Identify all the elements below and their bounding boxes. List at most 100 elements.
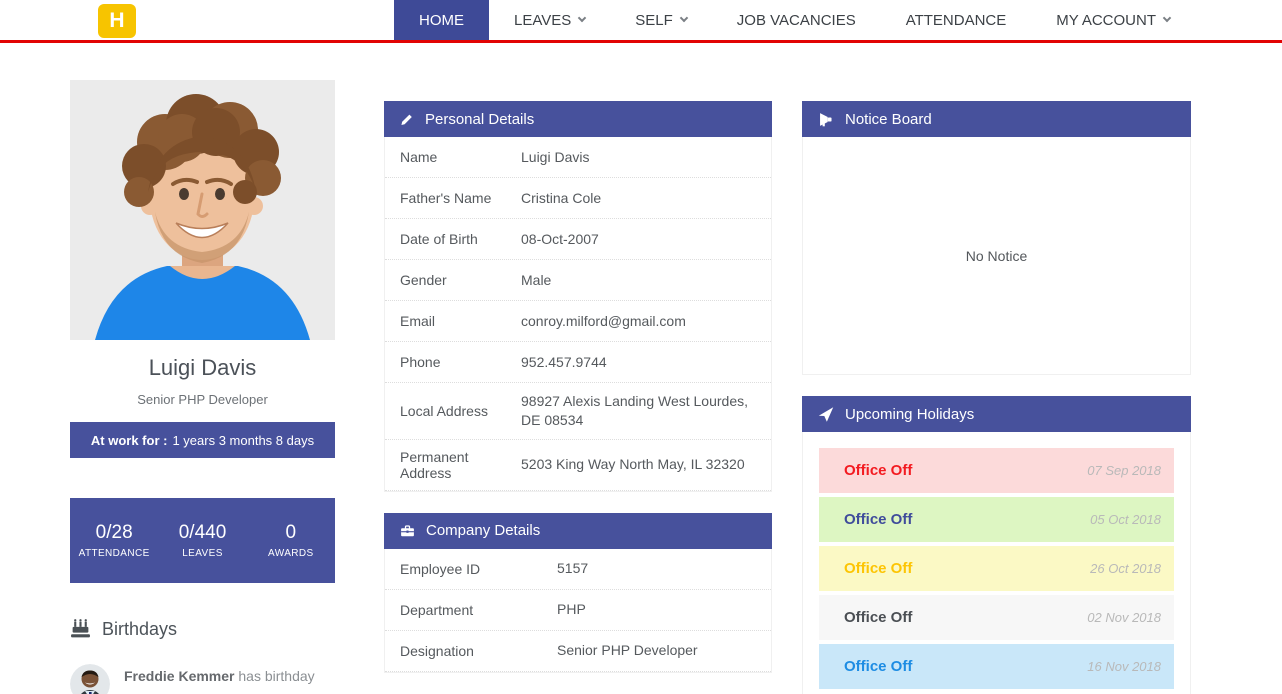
detail-label: Phone [400,354,521,370]
nav-item-label: MY ACCOUNT [1056,12,1156,29]
profile-photo [70,80,335,340]
detail-row: Phone 952.457.9744 [385,342,771,383]
nav-item[interactable]: SELF [610,0,712,40]
at-work-label: At work for : [91,433,168,448]
detail-label: Designation [400,643,557,659]
chevron-down-icon [578,14,586,22]
profile-designation: Senior PHP Developer [70,392,335,407]
bullhorn-icon [817,111,835,128]
holiday-row: Office Off 05 Oct 2018 [819,497,1174,542]
board-column: Notice Board No Notice Upcoming Holidays… [802,101,1191,694]
holiday-title: Office Off [844,658,912,675]
stat-item: 0 AWARDS [247,522,335,559]
detail-value: PHP [557,600,756,619]
holiday-date: 16 Nov 2018 [1087,659,1161,674]
detail-label: Permanent Address [400,449,521,481]
top-navbar: H HOME LEAVES SELF JOB VACANCIES [0,0,1282,43]
nav-item[interactable]: LEAVES [489,0,610,40]
personal-details-panel: Personal Details Name Luigi Davis Father… [384,101,772,492]
upcoming-holidays-header: Upcoming Holidays [802,396,1191,432]
holiday-row: Office Off 16 Nov 2018 [819,644,1174,689]
stat-item: 0/440 LEAVES [158,522,246,559]
detail-value: 952.457.9744 [521,353,756,372]
birthday-person-name: Freddie Kemmer [124,668,234,684]
birthday-text: Freddie Kemmer has birthday on [124,664,324,694]
stat-value: 0 [247,522,335,544]
detail-value: Male [521,271,756,290]
personal-details-header: Personal Details [384,101,772,137]
briefcase-icon [399,523,416,539]
detail-row: Father's Name Cristina Cole [385,178,771,219]
chevron-down-icon [680,14,688,22]
at-work-banner: At work for : 1 years 3 months 8 days [70,422,335,458]
pencil-icon [399,111,415,127]
stat-value: 0/440 [158,522,246,544]
stat-label: ATTENDANCE [70,548,158,559]
detail-row: Name Luigi Davis [385,137,771,178]
detail-row: Permanent Address 5203 King Way North Ma… [385,440,771,491]
detail-value: Luigi Davis [521,148,756,167]
details-column: Personal Details Name Luigi Davis Father… [384,101,772,673]
chevron-down-icon [1163,14,1171,22]
detail-row: Email conroy.milford@gmail.com [385,301,771,342]
birthdays-title: Birthdays [102,619,177,640]
personal-details-table: Name Luigi Davis Father's Name Cristina … [384,137,772,492]
notice-board-body: No Notice [802,137,1191,375]
detail-label: Father's Name [400,190,521,206]
upcoming-holidays-panel: Upcoming Holidays Office Off 07 Sep 2018… [802,396,1191,694]
stat-label: LEAVES [158,548,246,559]
paper-plane-icon [817,406,835,423]
holiday-date: 07 Sep 2018 [1087,463,1161,478]
holiday-date: 26 Oct 2018 [1090,561,1161,576]
brand-logo[interactable]: H [98,4,136,38]
birthday-item: Freddie Kemmer has birthday on [70,664,335,694]
nav-item-label: ATTENDANCE [906,12,1007,29]
notice-board-panel: Notice Board No Notice [802,101,1191,375]
nav-item[interactable]: MY ACCOUNT [1031,0,1195,40]
holiday-date: 05 Oct 2018 [1090,512,1161,527]
birthday-cake-icon [70,619,91,640]
birthday-avatar [70,664,110,694]
profile-sidebar: Luigi Davis Senior PHP Developer At work… [70,80,335,694]
nav-item[interactable]: HOME [394,0,489,40]
notice-board-title: Notice Board [845,111,932,128]
holiday-title: Office Off [844,609,912,626]
notice-board-header: Notice Board [802,101,1191,137]
holiday-list: Office Off 07 Sep 2018 Office Off 05 Oct… [802,432,1191,694]
stat-item: 0/28 ATTENDANCE [70,522,158,559]
holiday-row: Office Off 02 Nov 2018 [819,595,1174,640]
nav-item[interactable]: ATTENDANCE [881,0,1032,40]
upcoming-holidays-title: Upcoming Holidays [845,406,974,423]
personal-details-title: Personal Details [425,111,534,128]
detail-value: conroy.milford@gmail.com [521,312,756,331]
no-notice-text: No Notice [966,248,1027,264]
stat-label: AWARDS [247,548,335,559]
detail-value: Cristina Cole [521,189,756,208]
at-work-value: 1 years 3 months 8 days [172,433,314,448]
detail-value: Senior PHP Developer [557,641,756,660]
holiday-title: Office Off [844,560,912,577]
nav-item-label: JOB VACANCIES [737,12,856,29]
detail-label: Date of Birth [400,231,521,247]
nav-item[interactable]: JOB VACANCIES [712,0,881,40]
holiday-row: Office Off 26 Oct 2018 [819,546,1174,591]
detail-row: Gender Male [385,260,771,301]
holiday-title: Office Off [844,462,912,479]
holiday-title: Office Off [844,511,912,528]
detail-row: Date of Birth 08-Oct-2007 [385,219,771,260]
nav-item-label: SELF [635,12,673,29]
detail-value: 5157 [557,559,756,578]
detail-label: Local Address [400,403,521,419]
main-nav: HOME LEAVES SELF JOB VACANCIES ATTENDANC… [394,0,1195,40]
detail-label: Department [400,602,557,618]
detail-value: 98927 Alexis Landing West Lourdes, DE 08… [521,392,756,430]
stats-box: 0/28 ATTENDANCE 0/440 LEAVES 0 AWARDS [70,498,335,583]
page-content: Luigi Davis Senior PHP Developer At work… [0,43,1282,694]
birthdays-heading: Birthdays [70,619,335,640]
detail-label: Email [400,313,521,329]
detail-label: Gender [400,272,521,288]
detail-label: Name [400,149,521,165]
detail-label: Employee ID [400,561,557,577]
holiday-row: Office Off 07 Sep 2018 [819,448,1174,493]
detail-row: Local Address 98927 Alexis Landing West … [385,383,771,440]
